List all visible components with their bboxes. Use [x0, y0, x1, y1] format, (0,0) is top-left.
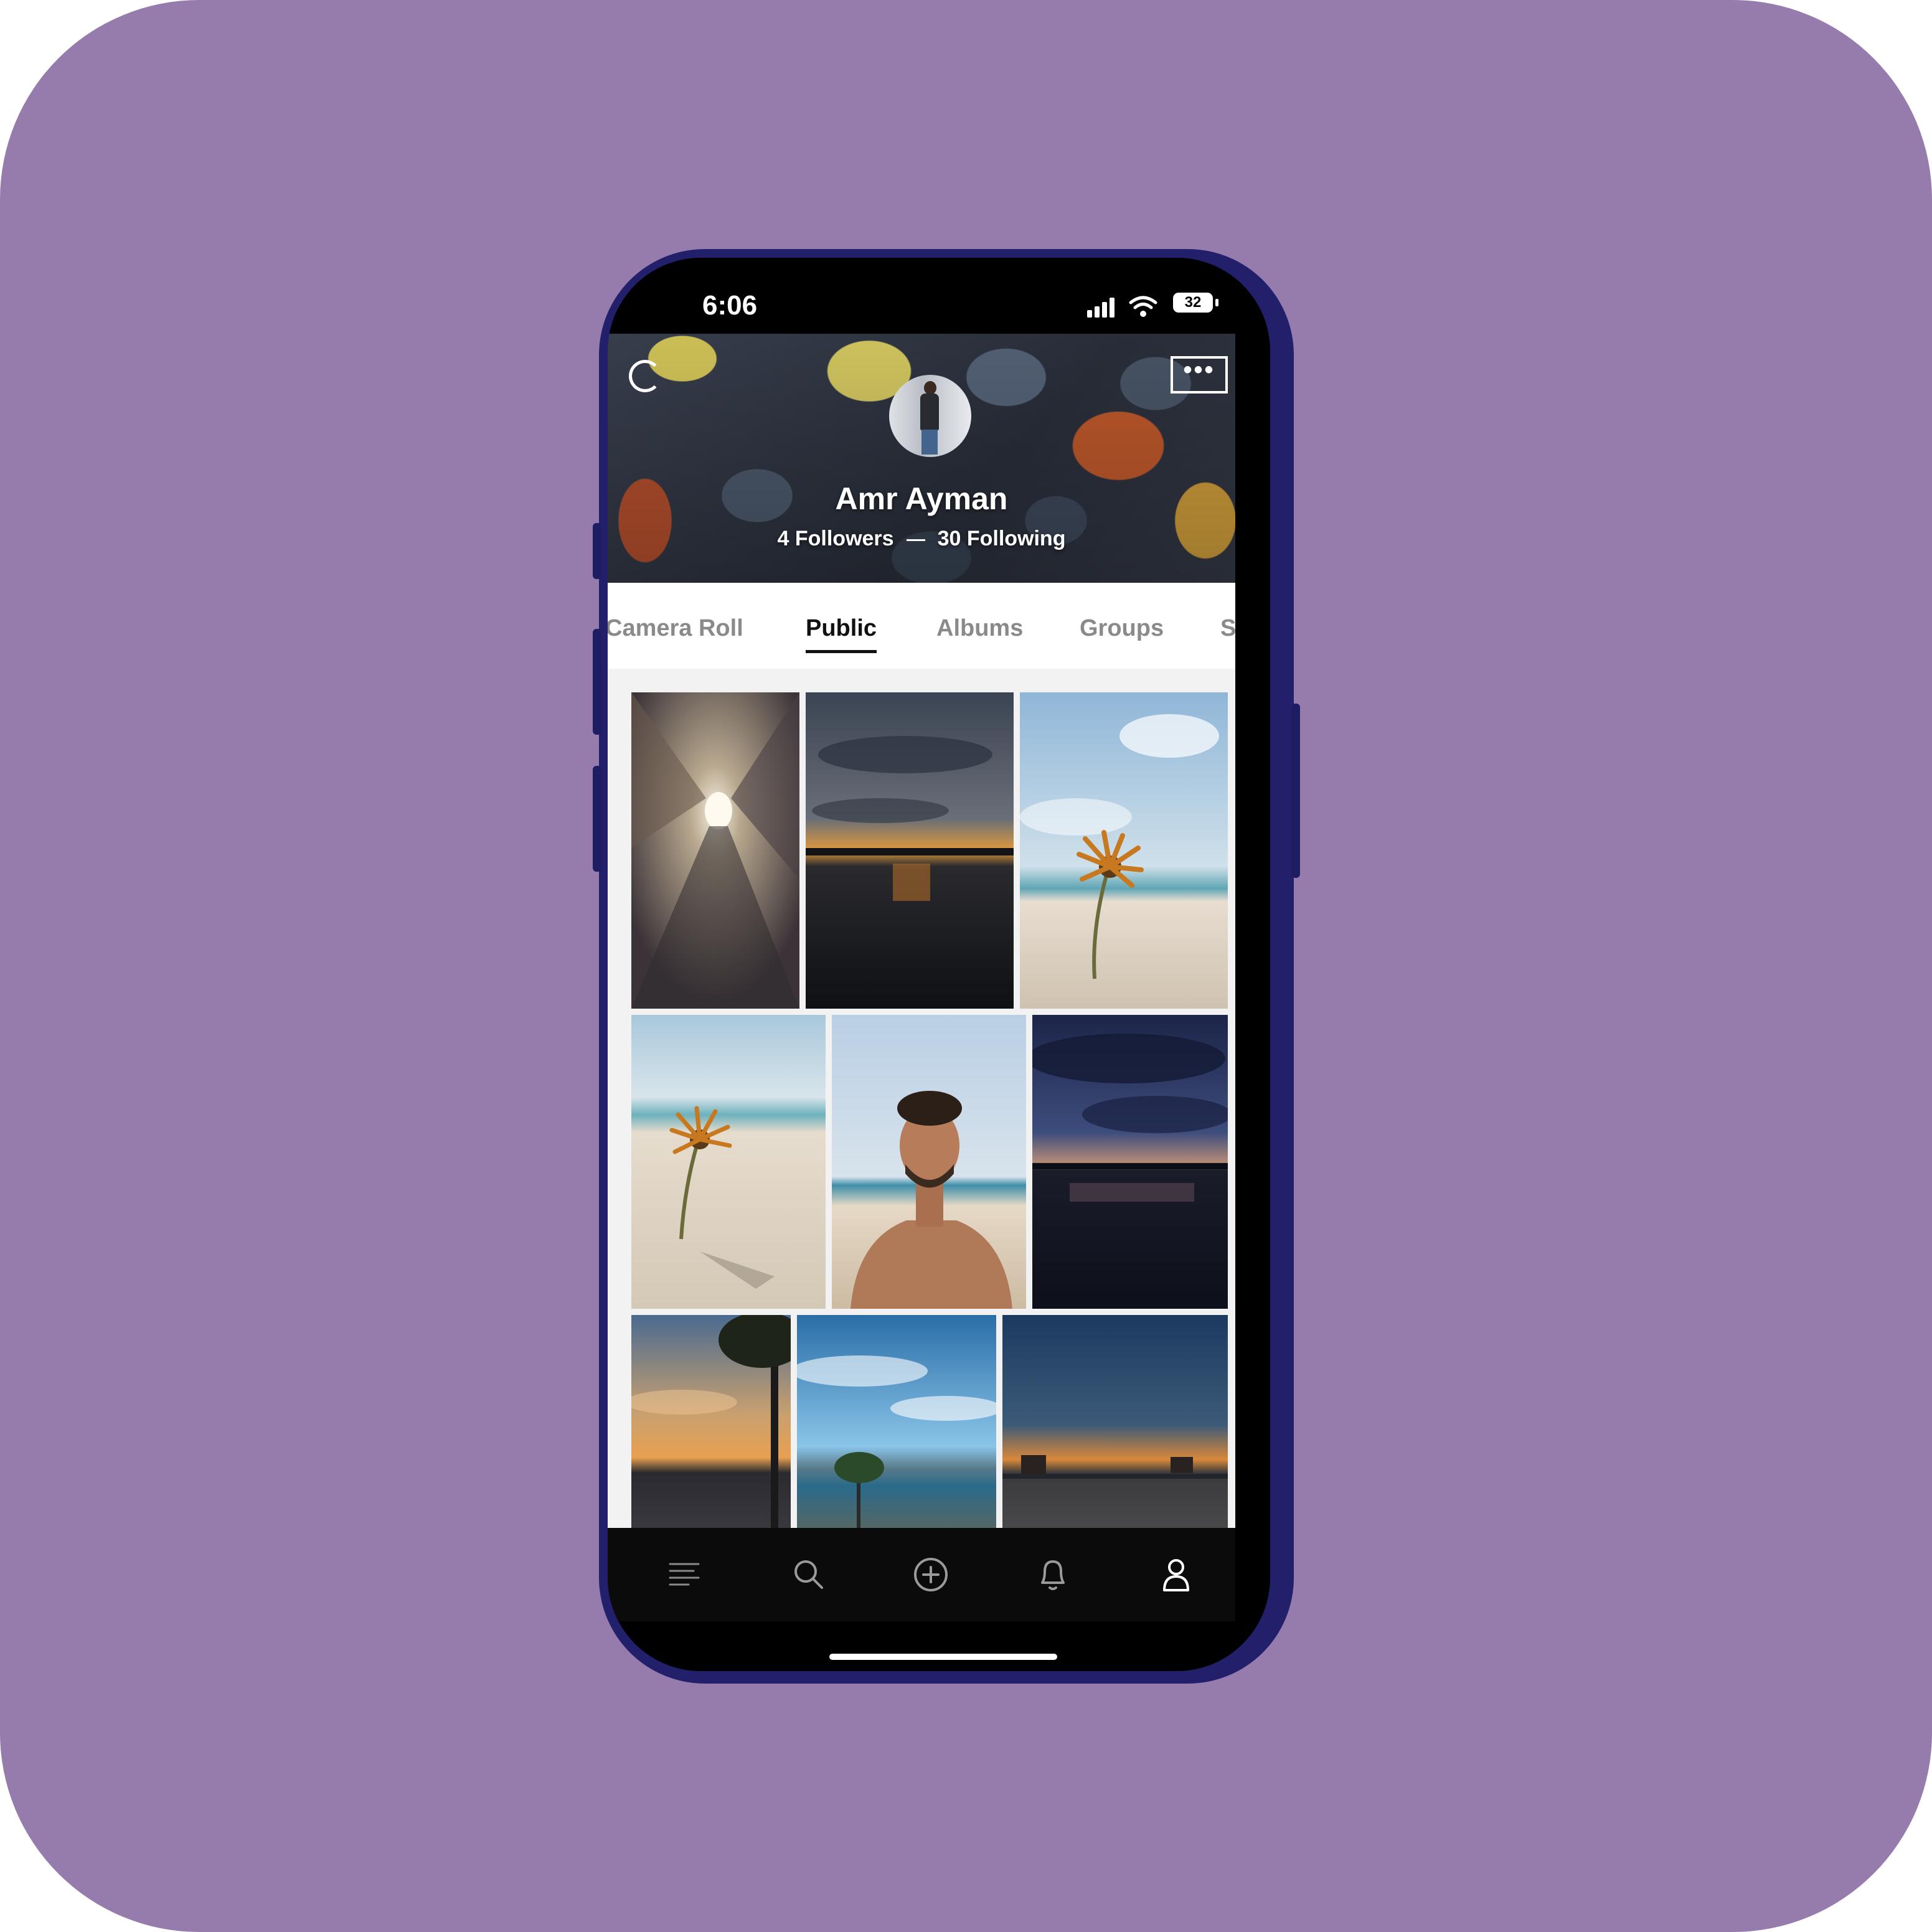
tab-public[interactable]: Public: [806, 615, 877, 653]
tab-stats[interactable]: Sta: [1220, 615, 1235, 642]
photo-tile[interactable]: [631, 1015, 826, 1309]
photo-tile[interactable]: [1020, 692, 1228, 1009]
profile-icon: [1163, 1559, 1189, 1591]
nav-search[interactable]: [750, 1528, 868, 1621]
volume-down-button: [593, 766, 601, 872]
loading-spinner-icon: [629, 360, 661, 392]
photo-beach-flower-close: [631, 1015, 826, 1309]
phone-screen: 6:06 32 ••• Amr Ayman 4 Followers 30 Fol…: [608, 258, 1270, 1671]
photo-blue-sky: [797, 1315, 996, 1534]
tab-albums[interactable]: Albums: [936, 615, 1023, 642]
photo-tile[interactable]: [797, 1315, 996, 1534]
followers-link[interactable]: 4 Followers: [778, 527, 894, 550]
tab-groups[interactable]: Groups: [1080, 615, 1164, 642]
photo-tile[interactable]: [1002, 1315, 1228, 1534]
photo-sunset-tree: [631, 1315, 791, 1534]
more-options-button[interactable]: •••: [1171, 356, 1228, 393]
avatar-head: [924, 381, 936, 395]
status-time: 6:06: [702, 290, 758, 321]
background-canvas: 6:06 32 ••• Amr Ayman 4 Followers 30 Fol…: [0, 0, 1932, 1932]
search-icon: [794, 1560, 823, 1589]
photo-dusk-skyline: [1032, 1015, 1228, 1309]
volume-up-button: [593, 629, 601, 735]
photo-tunnel: [631, 692, 799, 1009]
avatar[interactable]: [889, 375, 971, 457]
nav-add[interactable]: [872, 1528, 990, 1621]
nav-notifications[interactable]: [994, 1528, 1112, 1621]
power-button: [1291, 704, 1300, 878]
photo-sunset-plaza: [1002, 1315, 1228, 1534]
following-link[interactable]: 30 Following: [938, 527, 1066, 550]
photo-tile[interactable]: [1032, 1015, 1228, 1309]
photo-gallery: [608, 669, 1235, 1534]
battery-tip: [1215, 299, 1218, 306]
photo-tile[interactable]: [806, 692, 1014, 1009]
add-icon: [914, 1558, 948, 1591]
photo-tile[interactable]: [832, 1015, 1026, 1309]
avatar-legs: [921, 430, 938, 455]
tab-camera-roll[interactable]: Camera Roll: [608, 615, 743, 642]
nav-profile[interactable]: [1117, 1528, 1235, 1621]
photo-tile[interactable]: [631, 1315, 791, 1534]
tab-public-label: Public: [806, 615, 877, 641]
home-indicator-area: [608, 1621, 1235, 1671]
status-bar: 6:06 32: [608, 258, 1270, 334]
profile-name: Amr Ayman: [835, 481, 1008, 516]
profile-tabs: Camera Roll Public Albums Groups Sta: [608, 583, 1235, 669]
active-tab-underline: [806, 650, 877, 653]
photo-beach-flower: [1020, 692, 1228, 1009]
bottom-nav: [608, 1528, 1235, 1621]
profile-stats: 4 Followers 30 Following: [608, 527, 1235, 551]
feed-icon: [669, 1563, 700, 1586]
photo-portrait-beach: [832, 1015, 1026, 1309]
signal-wifi-icon: [1087, 296, 1157, 318]
photo-sunset-water: [806, 692, 1014, 1009]
home-indicator[interactable]: [829, 1654, 1057, 1660]
mute-switch: [593, 523, 601, 579]
stats-separator: [906, 539, 925, 541]
avatar-body: [920, 393, 939, 431]
bell-icon: [1041, 1560, 1065, 1590]
photo-tile[interactable]: [631, 692, 799, 1009]
profile-header: ••• Amr Ayman 4 Followers 30 Following: [608, 334, 1235, 583]
nav-feed[interactable]: [625, 1528, 743, 1621]
battery-level: 32: [1173, 293, 1213, 313]
